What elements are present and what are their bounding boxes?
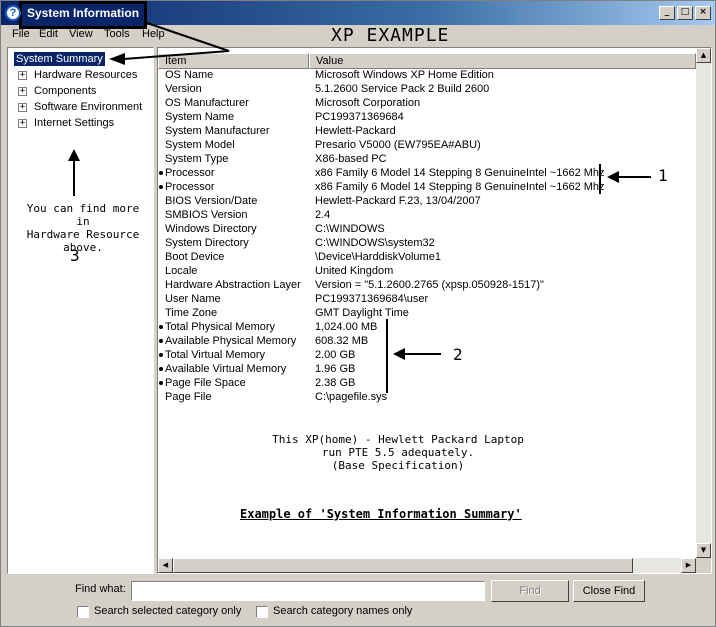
- checkbox-label: Search selected category only: [94, 605, 242, 617]
- title-arrow-head-icon: [109, 53, 125, 65]
- search-names-checkbox[interactable]: [256, 606, 268, 618]
- find-bar: Find what: Find Close Find Search select…: [3, 577, 713, 625]
- find-what-label: Find what:: [75, 583, 126, 595]
- close-find-button[interactable]: Close Find: [573, 580, 645, 602]
- checkbox-label: Search category names only: [273, 605, 413, 617]
- arrow-2-head-icon: [393, 348, 405, 360]
- up-arrow-head-icon: [68, 149, 80, 161]
- search-selected-checkbox[interactable]: [77, 606, 89, 618]
- system-information-window: ? System Information _ □ × File Edit Vie…: [0, 0, 716, 627]
- find-button[interactable]: Find: [491, 580, 569, 602]
- annotation-overlay: [68, 22, 651, 393]
- find-what-input[interactable]: [131, 581, 485, 601]
- arrow-1-head-icon: [607, 171, 619, 183]
- title-arrow-line: [122, 22, 230, 60]
